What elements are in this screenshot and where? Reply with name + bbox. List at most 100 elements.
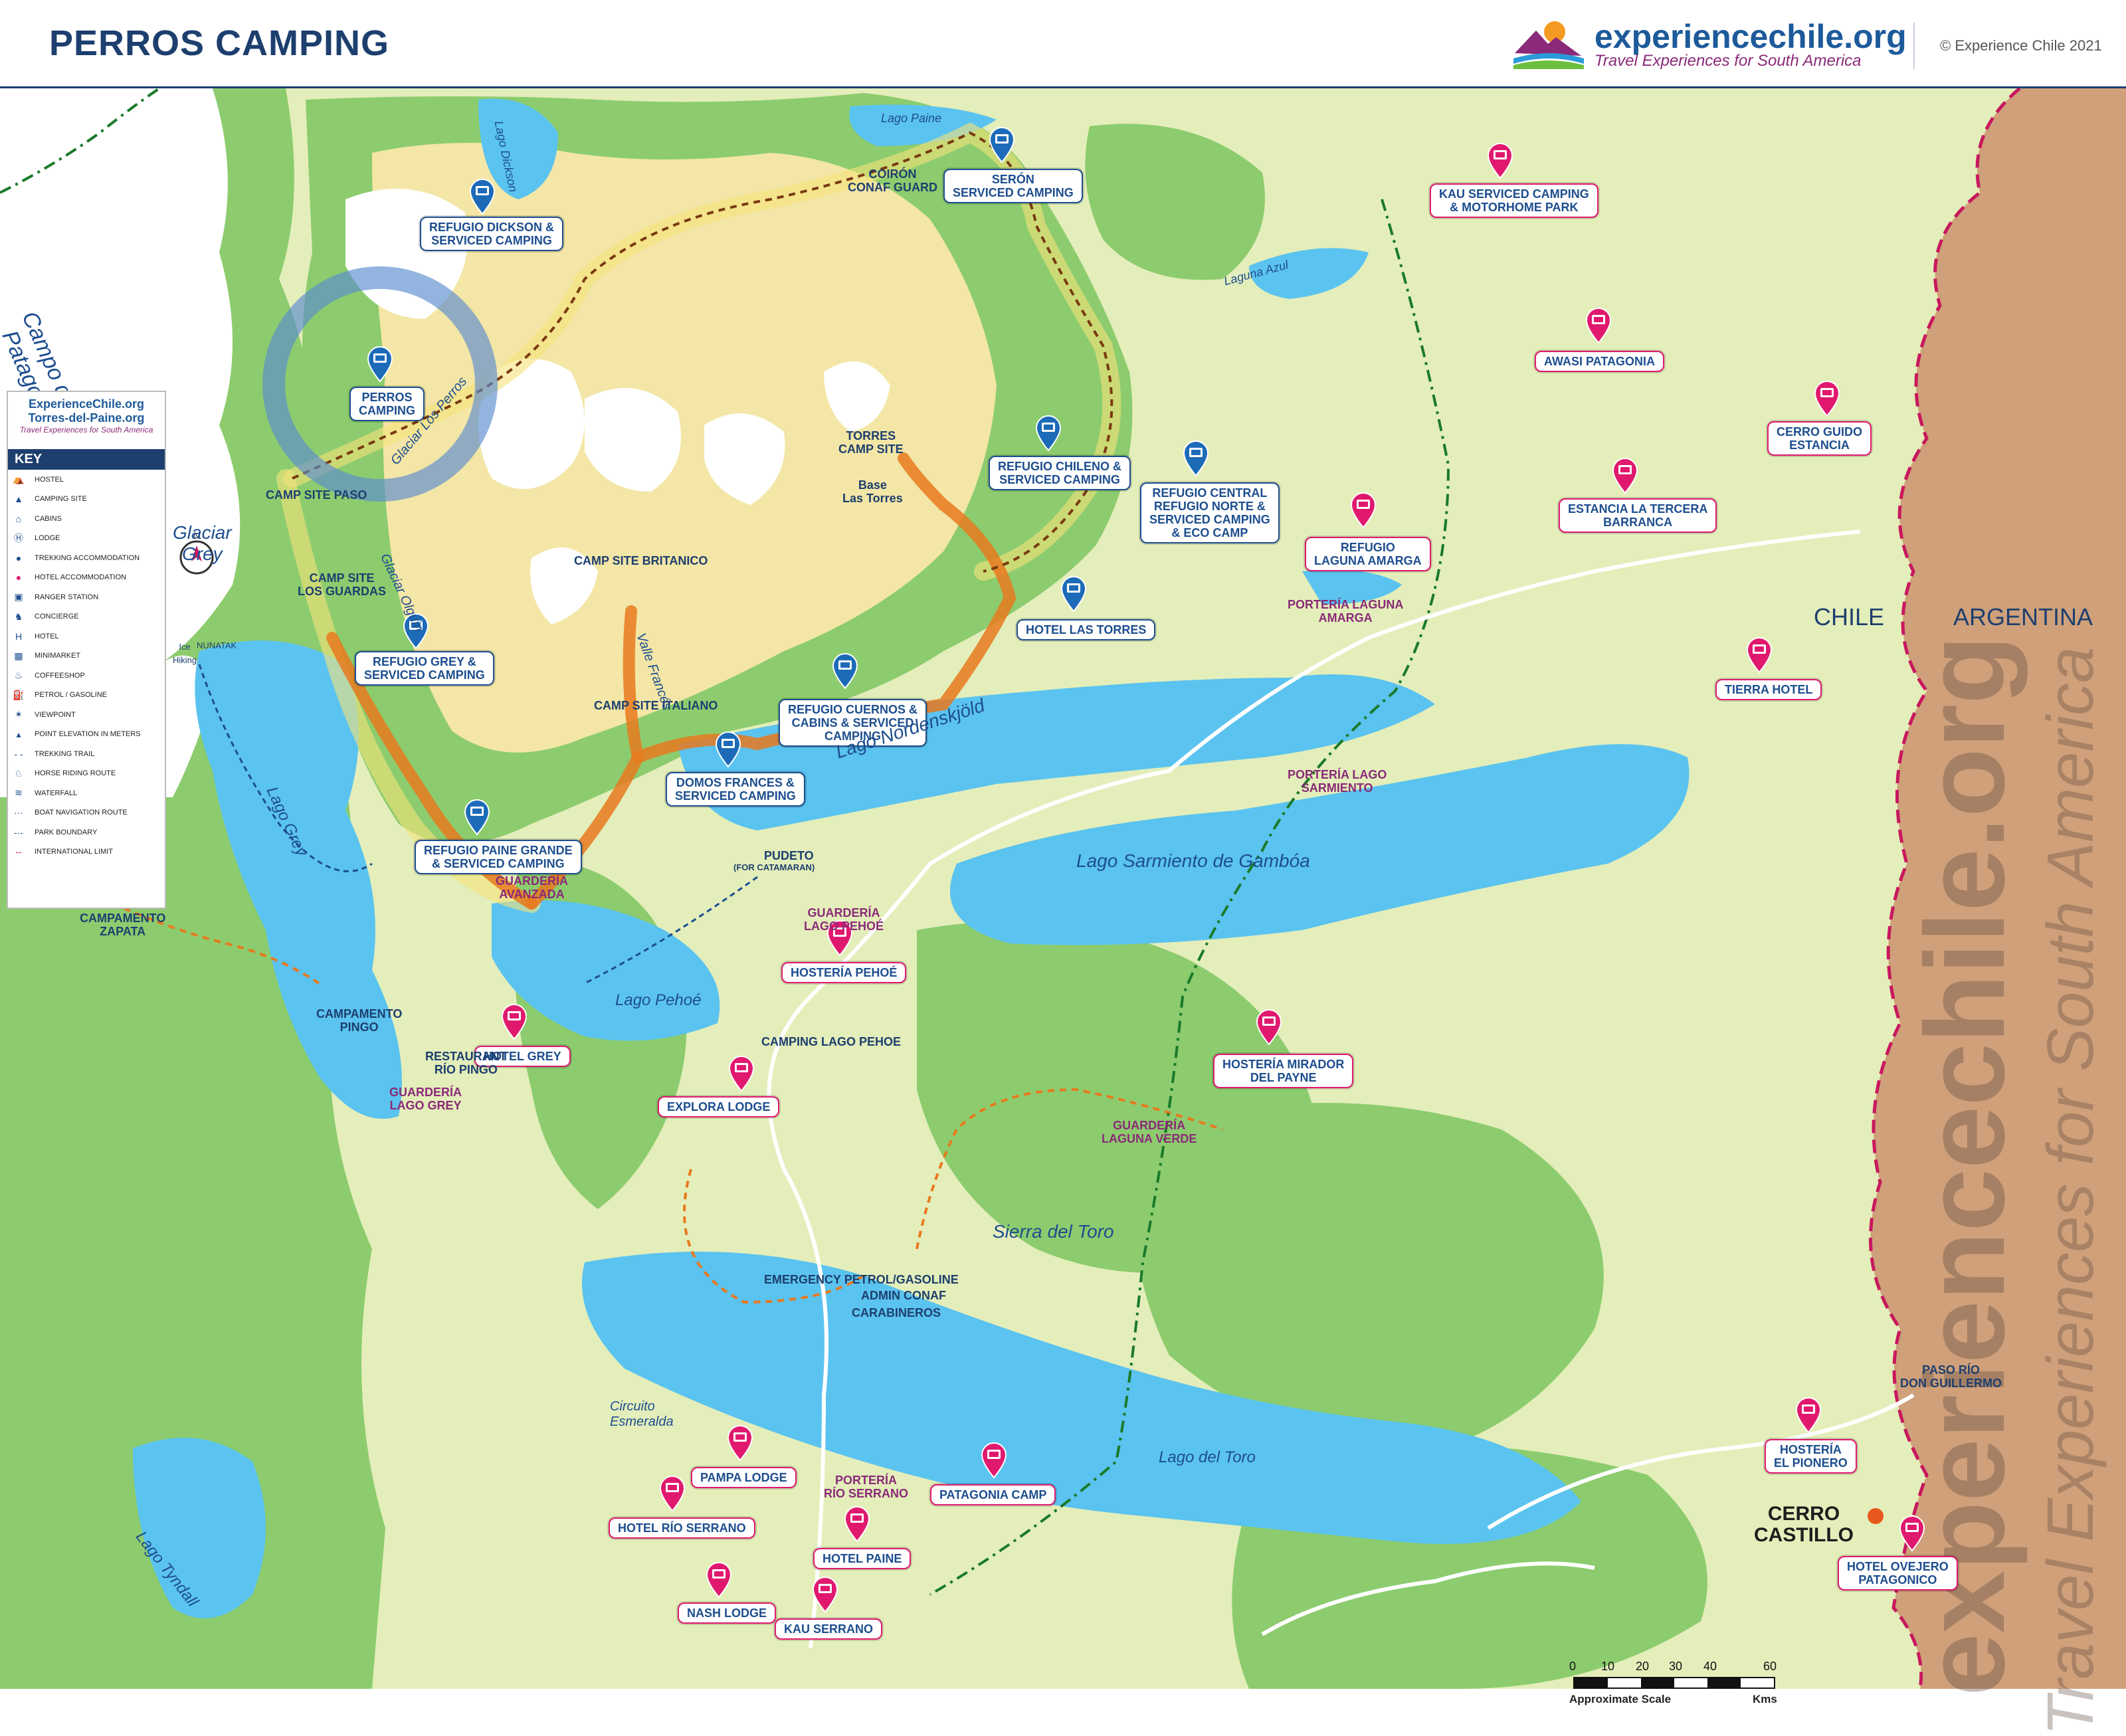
tierra-hotel-label[interactable]: TIERRA HOTEL (1715, 679, 1822, 700)
patagonia-camp-label[interactable]: PATAGONIA CAMP (930, 1484, 1056, 1505)
horse-riding-icon: ♘ (14, 767, 23, 779)
estancia-la-tercera-pin-icon[interactable] (1610, 457, 1640, 494)
watermark-tagline: Travel Experiences for South America (2034, 646, 2107, 1736)
hosteria-el-pionero-pin-icon[interactable] (1794, 1397, 1823, 1434)
hotel-paine-label[interactable]: HOTEL PAINE (813, 1548, 912, 1569)
refugio-laguna-amarga-label[interactable]: REFUGIO LAGUNA AMARGA (1305, 537, 1431, 571)
hotel-ovejero-pin-icon[interactable] (1897, 1515, 1927, 1552)
legend-item-label: LODGE (35, 534, 60, 543)
hotel-grey-pin-icon[interactable] (500, 1003, 529, 1040)
hotel-las-torres-pin-icon[interactable] (1059, 575, 1088, 613)
carabineros-label: CARABINEROS (852, 1306, 941, 1319)
cerro-guido-label[interactable]: CERRO GUIDO ESTANCIA (1767, 421, 1872, 456)
refugio-chileno-pin-icon[interactable] (1034, 415, 1063, 452)
legend-item: ▲ CAMPING SITE (8, 490, 165, 510)
legend-item-label: RANGER STATION (35, 593, 99, 601)
legend-item: ● TREKKING ACCOMMODATION (8, 548, 165, 568)
awasi-patagonia-pin-icon[interactable] (1584, 307, 1613, 344)
refugio-cuernos-pin-icon[interactable] (830, 652, 860, 690)
perros-camping-label[interactable]: PERROS CAMPING (349, 387, 425, 421)
campamento-zapata-label: CAMPAMENTO ZAPATA (80, 912, 166, 938)
map-area[interactable]: Campo de Hielo Patagonia Sur ExperienceC… (0, 88, 2126, 1736)
refugio-grey-label[interactable]: REFUGIO GREY & SERVICED CAMPING (355, 651, 494, 686)
refugio-laguna-amarga-pin-icon[interactable] (1349, 492, 1378, 529)
awasi-patagonia-label[interactable]: AWASI PATAGONIA (1535, 351, 1665, 372)
cerro-guido-pin-icon[interactable] (1812, 380, 1842, 417)
legend-item: ≋ WATERFALL (8, 783, 165, 803)
concierge-icon: ♞ (14, 611, 23, 622)
patagonia-camp-pin-icon[interactable] (979, 1442, 1009, 1479)
boat-route-icon: ··· (14, 807, 23, 819)
hotel-rio-serrano-label[interactable]: HOTEL RÍO SERRANO (609, 1517, 755, 1539)
circuito-esmeralda-label: Circuito Esmeralda (610, 1399, 674, 1429)
domos-frances-label[interactable]: DOMOS FRANCES & SERVICED CAMPING (666, 772, 805, 807)
kau-serviced-camping-label[interactable]: KAU SERVICED CAMPING & MOTORHOME PARK (1430, 183, 1598, 218)
campamento-pingo-label: CAMPAMENTO PINGO (316, 1007, 403, 1034)
cerro-castillo-label: CERRO CASTILLO (1754, 1503, 1854, 1546)
guarderia-lago-pehoe-label: GUARDERÍA LAGO PEHOÉ (804, 906, 884, 933)
legend-item: - - TREKKING TRAIL (8, 744, 165, 764)
paso-rio-don-guillermo-label: PASO RÍO DON GUILLERMO (1900, 1363, 2002, 1390)
refugio-central-label[interactable]: REFUGIO CENTRAL REFUGIO NORTE & SERVICED… (1140, 482, 1280, 543)
scale-caption: Approximate Scale (1569, 1693, 1672, 1705)
legend-item-label: INTERNATIONAL LIMIT (35, 848, 113, 856)
hosteria-mirador-label[interactable]: HOSTERÍA MIRADOR DEL PAYNE (1213, 1054, 1354, 1088)
refugio-paine-grande-label[interactable]: REFUGIO PAINE GRANDE & SERVICED CAMPING (415, 840, 582, 874)
explora-lodge-label[interactable]: EXPLORA LODGE (658, 1096, 780, 1117)
legend-item-label: CONCIERGE (35, 613, 79, 621)
copyright-text: © Experience Chile 2021 (1940, 37, 2102, 54)
hotel-rio-serrano-pin-icon[interactable] (658, 1475, 687, 1512)
legend-item: ♘ HORSE RIDING ROUTE (8, 764, 165, 784)
hotel-paine-pin-icon[interactable] (842, 1505, 872, 1543)
hosteria-mirador-pin-icon[interactable] (1254, 1009, 1284, 1046)
refugio-chileno-label[interactable]: REFUGIO CHILENO & SERVICED CAMPING (989, 456, 1131, 490)
refugio-dickson-pin-icon[interactable] (468, 178, 497, 215)
camp-site-britanico-label: CAMP SITE BRITANICO (574, 554, 708, 567)
refugio-dickson-label[interactable]: REFUGIO DICKSON & SERVICED CAMPING (420, 217, 564, 251)
ice-hiking-label: Ice Hiking (173, 642, 197, 665)
kau-serviced-camping-pin-icon[interactable] (1486, 142, 1515, 179)
nash-lodge-pin-icon[interactable] (704, 1561, 733, 1598)
refugio-paine-grande-pin-icon[interactable] (462, 799, 492, 836)
legend-item-label: PARK BOUNDARY (35, 828, 98, 836)
hosteria-pehoe-label[interactable]: HOSTERÍA PEHOÉ (781, 962, 907, 983)
legend-item-label: PETROL / GASOLINE (35, 691, 108, 700)
scale-ticks: 0 10 20 30 40 60 (1568, 1660, 1781, 1674)
brand-name[interactable]: experiencechile.org (1595, 17, 1907, 56)
pampa-lodge-label[interactable]: PAMPA LODGE (691, 1467, 797, 1488)
hotel-las-torres-label[interactable]: HOTEL LAS TORRES (1016, 619, 1156, 640)
perros-camping-pin-icon[interactable] (365, 345, 395, 383)
kau-serrano-label[interactable]: KAU SERRANO (775, 1618, 883, 1640)
refugio-central-pin-icon[interactable] (1181, 440, 1210, 477)
nash-lodge-label[interactable]: NASH LODGE (678, 1602, 777, 1624)
scale-graphic (1573, 1677, 1775, 1689)
seron-pin-icon[interactable] (987, 126, 1016, 163)
legend-item: ⛺ HOSTEL (8, 470, 165, 490)
legend-item: ··· BOAT NAVIGATION ROUTE (8, 803, 165, 823)
seron-label[interactable]: SERÓN SERVICED CAMPING (943, 169, 1083, 203)
legend-item-label: HOTEL (35, 632, 59, 640)
domos-frances-pin-icon[interactable] (714, 731, 743, 768)
legend-item-label: VIEWPOINT (35, 710, 76, 719)
legend-item: -- INTERNATIONAL LIMIT (8, 842, 165, 862)
experiencechile-logo-icon (1513, 21, 1584, 69)
legend-logo: ExperienceChile.org Torres-del-Paine.org… (8, 392, 165, 449)
kau-serrano-pin-icon[interactable] (811, 1576, 840, 1613)
camping-site-icon: ▲ (14, 494, 23, 505)
hosteria-el-pionero-label[interactable]: HOSTERÍA EL PIONERO (1765, 1439, 1857, 1474)
lago-sarmiento-label: Lago Sarmiento de Gambóa (1076, 850, 1310, 871)
explora-lodge-pin-icon[interactable] (727, 1055, 756, 1092)
legend-item: ♞ CONCIERGE (8, 607, 165, 627)
legend-item-label: COFFEESHOP (35, 671, 85, 680)
legend-items: ⛺ HOSTEL ▲ CAMPING SITE ⌂ CABINS Ⓗ LODGE ● TREKKI… (8, 470, 165, 862)
porteria-rio-serrano-label: PORTERÍA RÍO SERRANO (824, 1474, 909, 1500)
pampa-lodge-pin-icon[interactable] (725, 1424, 755, 1462)
admin-conaf-label: ADMIN CONAF (861, 1289, 946, 1302)
estancia-la-tercera-label[interactable]: ESTANCIA LA TERCERA BARRANCA (1559, 498, 1717, 533)
scale-bar: 0 10 20 30 40 60 Approximate Scale Kms (1568, 1660, 1781, 1719)
hotel-ovejero-label[interactable]: HOTEL OVEJERO PATAGONICO (1838, 1556, 1958, 1591)
tierra-hotel-pin-icon[interactable] (1745, 636, 1774, 674)
trekking-accommodation-icon: ● (15, 552, 22, 563)
lodge-icon: Ⓗ (14, 533, 23, 544)
camping-lago-pehoe-label: CAMPING LAGO PEHOE (761, 1035, 902, 1048)
